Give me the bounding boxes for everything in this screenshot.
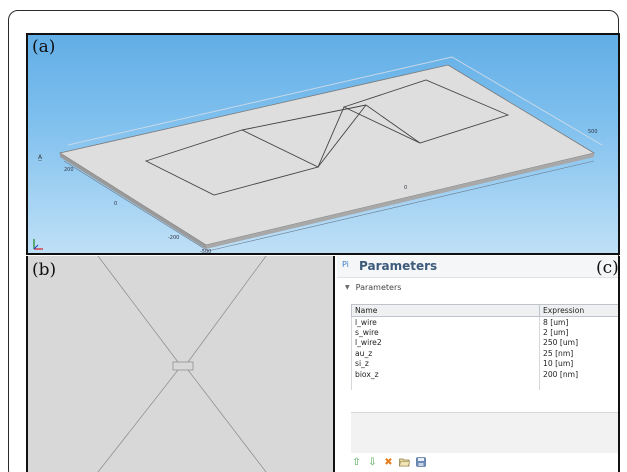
column-header-name[interactable]: Name (351, 304, 540, 317)
parameters-toolbar: ⇧ ⇩ ✖ (351, 457, 426, 468)
tick-label-y-top: 200 (64, 167, 74, 173)
param-expression-cell[interactable]: 200 [nm] (539, 369, 618, 380)
open-folder-svg (399, 458, 410, 467)
open-folder-icon[interactable] (399, 457, 410, 468)
parameters-section-toggle[interactable]: ▼ Parameters (345, 283, 401, 292)
table-row-empty[interactable] (351, 379, 618, 390)
parameters-section-label: Parameters (355, 283, 402, 292)
pad-edge-upper-left (97, 256, 179, 363)
delete-icon[interactable]: ✖ (383, 457, 394, 468)
parameters-title: Parameters (359, 259, 438, 273)
param-expression-cell[interactable]: 10 [um] (539, 358, 618, 369)
param-expression-cell[interactable]: 250 [um] (539, 337, 618, 348)
move-up-icon[interactable]: ⇧ (351, 457, 362, 468)
panel-a-label: (a) (32, 37, 56, 57)
param-name-cell[interactable]: s_wire (351, 327, 540, 338)
tick-label-x-left: -500 (200, 249, 211, 255)
table-row[interactable]: au_z 25 [nm] (351, 348, 618, 359)
scale-glyph-icon: A̲ (38, 154, 43, 161)
param-name-cell[interactable]: au_z (351, 348, 540, 359)
chevron-down-icon: ▼ (345, 284, 350, 291)
pad-edge-lower-left (97, 369, 179, 472)
table-header-row: Name Expression (351, 304, 618, 317)
column-header-expression[interactable]: Expression (539, 304, 618, 317)
pad-edge-upper-right (187, 256, 267, 363)
param-name-cell-empty[interactable] (351, 379, 540, 390)
zoomed-wire-view[interactable] (26, 256, 335, 472)
param-expression-cell[interactable]: 25 [nm] (539, 348, 618, 359)
parameters-pi-icon: Pi (342, 260, 349, 269)
param-name-cell[interactable]: l_wire (351, 316, 540, 327)
parameters-table: Name Expression l_wire 8 [um] s_wire 2 [… (351, 304, 618, 390)
save-icon[interactable] (415, 457, 426, 468)
table-row[interactable]: si_z 10 [um] (351, 358, 618, 369)
table-row[interactable]: l_wire 8 [um] (351, 316, 618, 327)
tick-label-x-mid: 0 (404, 185, 407, 191)
table-row[interactable]: biox_z 200 [nm] (351, 369, 618, 380)
param-expression-cell[interactable]: 2 [um] (539, 327, 618, 338)
parameters-header: Pi Parameters (337, 256, 618, 278)
param-name-cell[interactable]: biox_z (351, 369, 540, 380)
param-name-cell[interactable]: si_z (351, 358, 540, 369)
coordinate-triad-icon (33, 239, 43, 250)
nanowire-rect (172, 361, 194, 371)
save-svg (415, 457, 426, 467)
pad-edge-lower-right (187, 369, 267, 472)
table-empty-area (351, 412, 618, 453)
zoomed-wire-canvas (97, 256, 267, 472)
parameters-panel: Pi Parameters ▼ Parameters Name Expressi… (337, 256, 620, 472)
model-3d-canvas: 200 0 -200 -500 0 500 A̲ (33, 56, 603, 255)
panel-c-label: (c) (596, 258, 619, 278)
tick-label-x-right: 500 (588, 129, 598, 135)
move-down-icon[interactable]: ⇩ (367, 457, 378, 468)
param-expression-cell[interactable]: 8 [um] (539, 316, 618, 327)
tick-label-y-bottom: -200 (168, 235, 179, 241)
panel-b-label: (b) (32, 260, 57, 280)
param-name-cell[interactable]: l_wire2 (351, 337, 540, 348)
model-3d-view[interactable]: 200 0 -200 -500 0 500 A̲ (26, 33, 620, 255)
table-row[interactable]: s_wire 2 [um] (351, 327, 618, 338)
tick-label-y-mid: 0 (114, 201, 117, 207)
table-row[interactable]: l_wire2 250 [um] (351, 337, 618, 348)
param-expression-cell-empty[interactable] (539, 379, 618, 390)
